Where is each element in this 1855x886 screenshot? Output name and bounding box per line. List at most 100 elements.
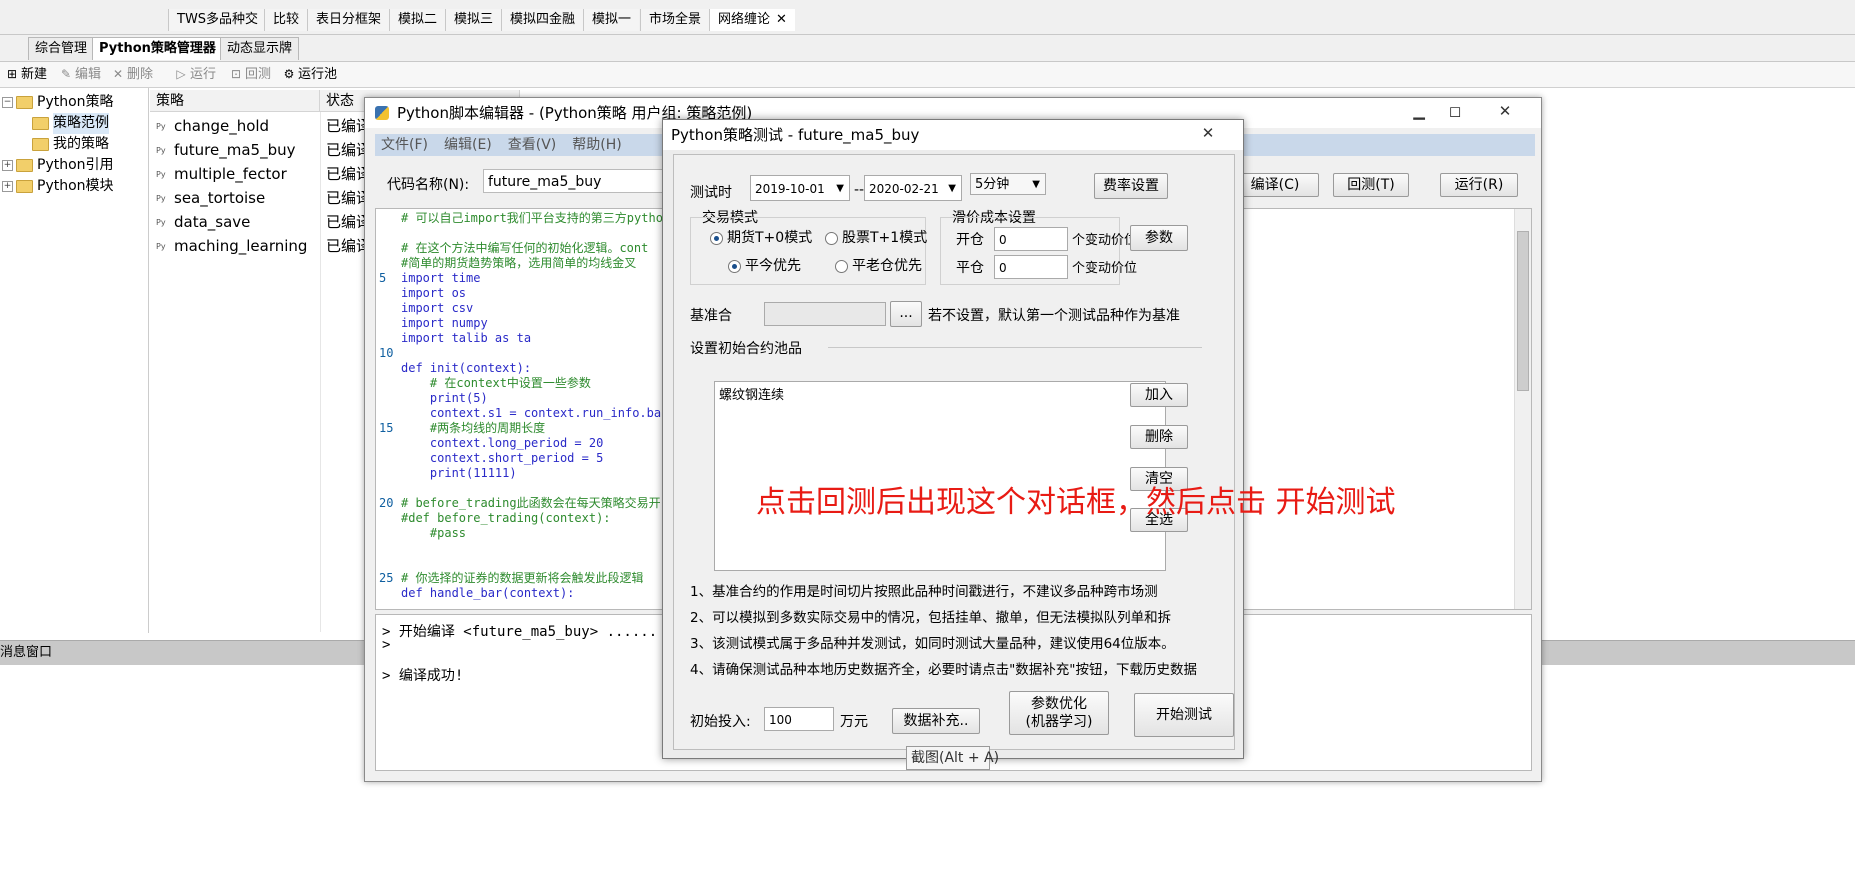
start-test-button[interactable]: 开始测试 [1134,693,1234,737]
tab-label: 模拟三 [454,12,494,27]
tab-sim3[interactable]: 模拟三 [445,9,502,31]
contract-pool-list[interactable]: 螺纹钢连续 [714,381,1166,571]
tab-network-chan[interactable]: 网络缠论 ✕ [709,9,795,31]
editor-run-button[interactable]: 运行(R) [1440,173,1518,197]
benchmark-input[interactable] [764,302,886,326]
editor-backtest-button[interactable]: 回测(T) [1333,173,1409,197]
delete-button[interactable]: ✕ 删除 [112,65,153,84]
note-2: 2、可以模拟到多数实际交易中的情况，包括挂单、撤单，但无法模拟队列单和拆 [690,610,1172,626]
open-slippage-input[interactable]: 0 [994,227,1068,251]
close-icon[interactable]: ✕ [1193,122,1223,144]
tree-node-python-ref[interactable]: + Python引用 [2,155,114,176]
tree-node-python-module[interactable]: + Python模块 [2,176,114,197]
output-line: > [382,637,391,653]
close-today-radio[interactable]: 平今优先 [728,255,801,275]
expand-icon[interactable]: + [2,181,13,192]
end-date-value: 2020-02-21 [869,182,939,196]
strategy-name: data_save [174,213,251,231]
tab-daily-frame[interactable]: 表日分框架 [307,9,390,31]
radio-label: 平老仓优先 [852,258,922,274]
tab-sim1[interactable]: 模拟一 [583,9,640,31]
line-number: 10 [379,346,394,360]
end-date-picker[interactable]: 2020-02-21 ▼ [864,175,962,201]
list-item[interactable]: 螺纹钢连续 [719,384,784,403]
code-text: def init(context): [401,361,532,375]
tab-python-strategy-manager[interactable]: Python策略管理器 [92,37,223,60]
benchmark-hint: 若不设置，默认第一个测试品种作为基准 [928,308,1180,324]
output-line: > 编译成功! [382,668,464,684]
code-text: import time [401,271,481,285]
menu-view[interactable]: 查看(V) [508,137,557,153]
code-text: import csv [401,301,474,315]
tab-tws[interactable]: TWS多品种交 [168,9,267,31]
data-supplement-button[interactable]: 数据补充.. [892,708,980,734]
mode-stock-radio[interactable]: 股票T+1模式 [825,227,927,247]
radio-label: 股票T+1模式 [842,230,928,246]
tree-label: 我的策略 [53,136,109,152]
benchmark-browse-button[interactable]: ... [890,301,922,327]
param-optimize-button[interactable]: 参数优化 (机器学习) [1009,691,1109,735]
tab-label: 模拟一 [592,12,632,27]
backtest-button[interactable]: ⊡ 回测 [230,65,271,84]
open-label: 开仓 [956,232,984,248]
menu-file[interactable]: 文件(F) [381,137,428,153]
run-pool-label: 运行池 [298,67,338,82]
code-text: #def before_trading(context): [401,511,611,525]
scrollbar-thumb[interactable] [1517,231,1529,391]
benchmark-label: 基准合 [690,308,732,324]
tree-node-strategy-examples[interactable]: 策略范例 [32,113,109,134]
python-file-icon: Py [156,169,166,179]
code-text: import talib as ta [401,331,532,345]
message-window-label: 消息窗口 [0,645,53,660]
new-button[interactable]: ⊞ 新建 [6,65,47,84]
folder-icon [16,180,33,193]
tab-label: 比较 [273,12,300,27]
collapse-icon[interactable]: − [2,97,13,108]
close-old-radio[interactable]: 平老仓优先 [835,255,922,275]
close-icon[interactable]: ✕ [776,12,787,27]
line-number: 15 [379,421,394,435]
tab-market-overview[interactable]: 市场全景 [640,9,710,31]
close-icon[interactable]: ✕ [1490,100,1520,122]
tree-label: Python模块 [37,178,114,194]
period-select[interactable]: 5分钟 ▼ [970,173,1046,195]
edit-button[interactable]: ✎ 编辑 [60,65,101,84]
param-button[interactable]: 参数 [1130,225,1188,251]
tab-sim2[interactable]: 模拟二 [389,9,446,31]
run-label: 运行 [190,67,217,82]
start-date-picker[interactable]: 2019-10-01 ▼ [750,175,850,201]
fee-settings-button[interactable]: 费率设置 [1094,173,1168,199]
code-name-field[interactable]: future_ma5_buy [483,169,673,193]
close-slippage-input[interactable]: 0 [994,255,1068,279]
unit-wan-label: 万元 [840,714,868,730]
backtest-icon: ⊡ [230,67,242,81]
tree-node-my-strategies[interactable]: 我的策略 [32,134,109,155]
dialog-title-bar[interactable]: Python策略测试 - future_ma5_buy ✕ [663,120,1243,150]
compile-button[interactable]: 编译(C) [1231,173,1319,197]
mode-futures-radio[interactable]: 期货T+0模式 [710,227,812,247]
maximize-icon[interactable]: ◻ [1440,100,1470,122]
dropdown-icon: ▼ [836,183,844,194]
folder-icon [16,159,33,172]
tab-compare[interactable]: 比较 [264,9,308,31]
code-text: # 在context中设置一些参数 [401,376,591,390]
minimize-icon[interactable]: ▁ [1404,100,1434,122]
tab-general-manage[interactable]: 综合管理 [28,37,95,60]
column-header-strategy[interactable]: 策略 [150,90,320,112]
tree-node-python-strategy[interactable]: − Python策略 [2,92,114,113]
initial-investment-input[interactable]: 100 [764,707,834,731]
code-scrollbar[interactable] [1514,209,1531,609]
tab-label: 网络缠论 [718,12,771,27]
menu-help[interactable]: 帮助(H) [572,137,621,153]
play-icon: ▷ [176,67,186,81]
manager-tab-bar: 综合管理 Python策略管理器 动态显示牌 [0,35,1855,62]
add-button[interactable]: 加入 [1130,383,1188,407]
menu-edit[interactable]: 编辑(E) [444,137,492,153]
remove-button[interactable]: 删除 [1130,425,1188,449]
expand-icon[interactable]: + [2,160,13,171]
note-3: 3、该测试模式属于多品种并发测试，如同时测试大量品种，建议使用64位版本。 [690,636,1175,652]
tab-dynamic-board[interactable]: 动态显示牌 [220,37,300,60]
run-pool-button[interactable]: ⚙ 运行池 [283,65,337,84]
run-button[interactable]: ▷ 运行 [175,65,216,84]
tab-sim4-finance[interactable]: 模拟四金融 [501,9,584,31]
